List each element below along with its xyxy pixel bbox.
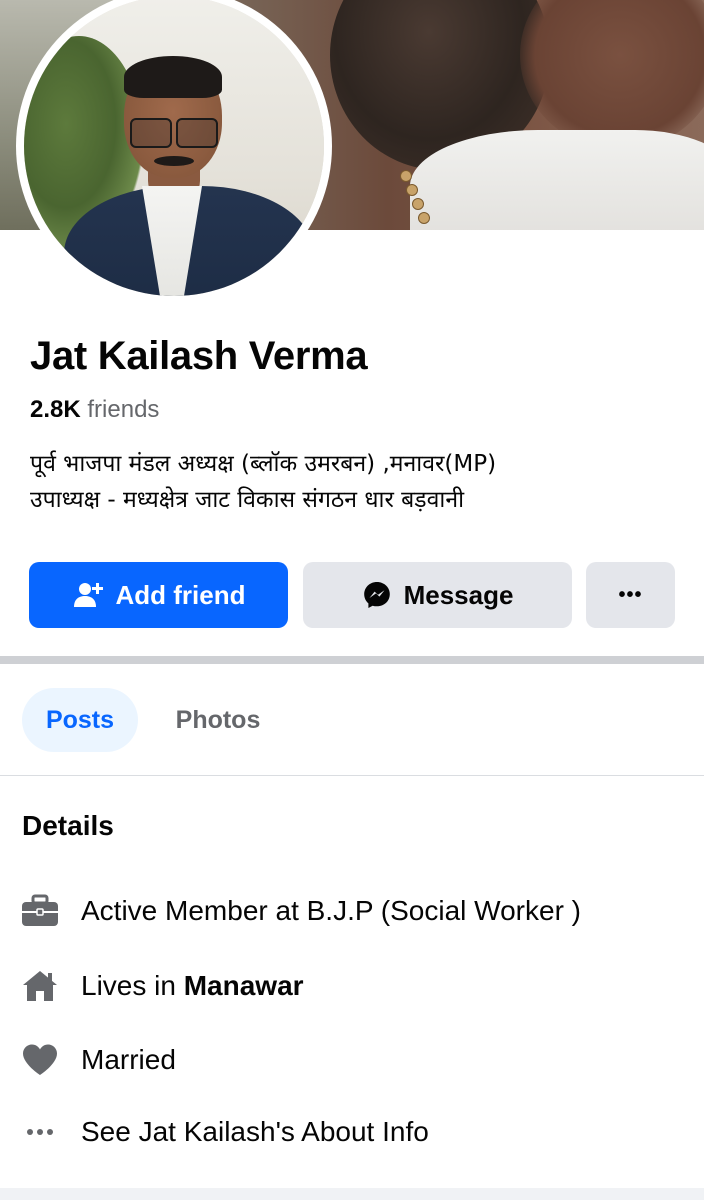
friends-count-label: friends (87, 396, 160, 423)
briefcase-icon (20, 891, 60, 931)
bio-line-2: उपाध्यक्ष - मध्यक्षेत्र जाट विकास संगठन … (30, 487, 465, 513)
relationship-text: Married (81, 1044, 176, 1075)
more-options-button[interactable]: ••• (586, 562, 675, 628)
details-heading: Details (22, 810, 114, 841)
person-add-icon (72, 579, 104, 611)
about-info-link[interactable]: See Jat Kailash's About Info (81, 1116, 429, 1148)
avatar-mustache (154, 156, 194, 166)
work-text: Active Member at B.J.P (Social Worker ) (81, 895, 581, 926)
home-icon (20, 966, 60, 1006)
tabs-divider (0, 775, 704, 776)
more-horizontal-icon: ••• (618, 583, 643, 606)
bio-line-1: पूर्व भाजपा मंडल अध्यक्ष (ब्लॉक उमरबन) ,… (30, 451, 497, 477)
friends-count[interactable]: 2.8K friends (30, 394, 159, 426)
tab-photos[interactable]: Photos (158, 688, 278, 752)
detail-work: Active Member at B.J.P (Social Worker ) (20, 889, 690, 933)
friends-count-number: 2.8K (30, 396, 81, 423)
tab-posts[interactable]: Posts (22, 688, 138, 752)
add-friend-label: Add friend (115, 579, 246, 610)
add-friend-button[interactable]: Add friend (29, 562, 288, 628)
more-dots-icon (20, 1112, 60, 1152)
message-button[interactable]: Message (303, 562, 572, 628)
lives-text: Lives in Manawar (81, 970, 304, 1002)
profile-name: Jat Kailash Verma (30, 334, 368, 378)
message-label: Message (403, 579, 514, 610)
lives-place[interactable]: Manawar (184, 970, 304, 1001)
avatar-glasses (130, 118, 218, 148)
profile-bio: पूर्व भाजपा मंडल अध्यक्ष (ब्लॉक उमरबन) ,… (30, 446, 680, 518)
detail-about-link[interactable]: See Jat Kailash's About Info (20, 1110, 690, 1154)
section-divider (0, 656, 704, 664)
cover-face-area (520, 0, 704, 150)
cover-shirt (410, 130, 704, 230)
lives-prefix: Lives in (81, 970, 176, 1001)
section-bottom-band (0, 1188, 704, 1200)
cover-beads (398, 168, 438, 230)
profile-picture[interactable] (24, 0, 324, 296)
messenger-icon (362, 580, 392, 610)
avatar-hair (124, 56, 222, 98)
detail-relationship: Married (20, 1038, 690, 1082)
detail-lives: Lives in Manawar (20, 964, 690, 1008)
heart-icon (20, 1040, 60, 1080)
